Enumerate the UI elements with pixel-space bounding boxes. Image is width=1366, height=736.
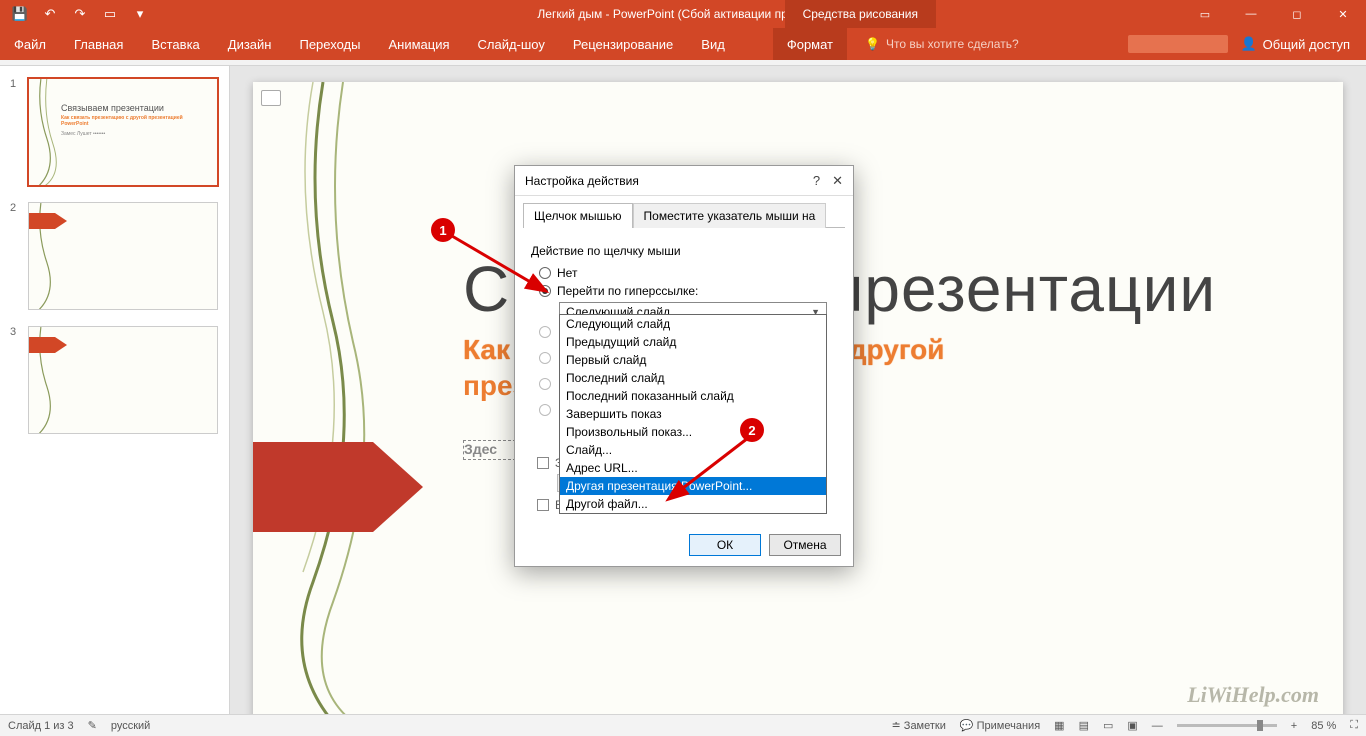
radio-hyperlink-label: Перейти по гиперссылке: bbox=[557, 284, 698, 298]
dropdown-item[interactable]: Следующий слайд bbox=[560, 315, 826, 333]
slide-thumbnail-2[interactable] bbox=[28, 202, 218, 310]
title-bar: 💾 ↶ ↷ ▭ ▾ Легкий дым - PowerPoint (Сбой … bbox=[0, 0, 1366, 28]
slideshow-view-icon[interactable]: ▣ bbox=[1127, 719, 1137, 732]
ribbon-options-icon[interactable]: ▭ bbox=[1182, 0, 1228, 28]
lightbulb-icon: 💡 bbox=[865, 37, 880, 51]
annotation-bubble-1: 1 bbox=[431, 218, 455, 242]
tab-format[interactable]: Формат bbox=[773, 28, 847, 60]
slide-thumbnail-3[interactable] bbox=[28, 326, 218, 434]
ribbon-tabs: Файл Главная Вставка Дизайн Переходы Ани… bbox=[0, 28, 1366, 60]
dropdown-item[interactable]: Последний показанный слайд bbox=[560, 387, 826, 405]
decorative-vine bbox=[273, 82, 393, 722]
tell-me-placeholder: Что вы хотите сделать? bbox=[886, 37, 1019, 51]
action-group-label: Действие по щелчку мыши bbox=[531, 244, 837, 258]
share-button[interactable]: Общий доступ bbox=[1263, 37, 1350, 52]
radio-disabled-5[interactable] bbox=[539, 404, 551, 416]
thumb-title: Связываем презентации bbox=[61, 103, 164, 113]
zoom-in-icon[interactable]: + bbox=[1291, 720, 1297, 732]
save-icon[interactable]: 💾 bbox=[8, 2, 32, 26]
dialog-title-text: Настройка действия bbox=[525, 174, 639, 188]
zoom-slider[interactable] bbox=[1177, 724, 1277, 727]
annotation-bubble-2: 2 bbox=[740, 418, 764, 442]
reading-view-icon[interactable]: ▭ bbox=[1103, 719, 1113, 732]
undo-icon[interactable]: ↶ bbox=[38, 2, 62, 26]
customize-qat-icon[interactable]: ▾ bbox=[128, 2, 152, 26]
dialog-close-icon[interactable]: ✕ bbox=[832, 173, 843, 189]
dropdown-item[interactable]: Последний слайд bbox=[560, 369, 826, 387]
share-person-icon: 👤 bbox=[1240, 36, 1256, 52]
comments-button[interactable]: 💬 Примечания bbox=[960, 719, 1040, 732]
dialog-tab-mouse-click[interactable]: Щелчок мышью bbox=[523, 203, 633, 228]
status-bar: Слайд 1 из 3 ✎ русский ≐ Заметки 💬 Приме… bbox=[0, 714, 1366, 736]
ok-button[interactable]: ОК bbox=[689, 534, 761, 556]
arrow-shape[interactable] bbox=[253, 442, 423, 532]
dropdown-item[interactable]: Завершить показ bbox=[560, 405, 826, 423]
sorter-view-icon[interactable]: ▤ bbox=[1079, 719, 1089, 732]
notes-button[interactable]: ≐ Заметки bbox=[892, 719, 946, 732]
tab-insert[interactable]: Вставка bbox=[137, 28, 213, 60]
tab-view[interactable]: Вид bbox=[687, 28, 739, 60]
slide-counter[interactable]: Слайд 1 из 3 bbox=[8, 720, 74, 732]
maximize-icon[interactable]: ◻ bbox=[1274, 0, 1320, 28]
tab-transitions[interactable]: Переходы bbox=[285, 28, 374, 60]
thumb-number: 3 bbox=[10, 326, 20, 434]
tab-review[interactable]: Рецензирование bbox=[559, 28, 687, 60]
annotation-arrow-2 bbox=[660, 432, 760, 512]
dropdown-item[interactable]: Предыдущий слайд bbox=[560, 333, 826, 351]
thumb-number: 2 bbox=[10, 202, 20, 310]
radio-run-program[interactable] bbox=[539, 326, 551, 338]
watermark: LiWiHelp.com bbox=[1187, 682, 1319, 708]
radio-none-label: Нет bbox=[557, 266, 577, 280]
slide-thumbnails-panel[interactable]: 1 Связываем презентации Как связать през… bbox=[0, 66, 230, 720]
dialog-titlebar[interactable]: Настройка действия ? ✕ bbox=[515, 166, 853, 196]
zoom-out-icon[interactable]: — bbox=[1152, 720, 1163, 732]
dialog-help-icon[interactable]: ? bbox=[813, 173, 820, 189]
tab-file[interactable]: Файл bbox=[0, 28, 60, 60]
thumb-author: Замес Лушет ••••••• bbox=[61, 131, 105, 137]
close-icon[interactable]: ✕ bbox=[1320, 0, 1366, 28]
dropdown-item[interactable]: Первый слайд bbox=[560, 351, 826, 369]
normal-view-icon[interactable]: ▦ bbox=[1054, 719, 1064, 732]
dialog-tab-mouse-over[interactable]: Поместите указатель мыши на bbox=[633, 203, 827, 228]
fit-to-window-icon[interactable]: ⛶ bbox=[1350, 719, 1358, 732]
zoom-level[interactable]: 85 % bbox=[1311, 720, 1336, 732]
start-from-beginning-icon[interactable]: ▭ bbox=[98, 2, 122, 26]
tab-animations[interactable]: Анимация bbox=[374, 28, 463, 60]
language-indicator[interactable]: русский bbox=[111, 720, 150, 732]
tab-home[interactable]: Главная bbox=[60, 28, 137, 60]
spellcheck-icon[interactable]: ✎ bbox=[88, 719, 97, 732]
cancel-button[interactable]: Отмена bbox=[769, 534, 841, 556]
radio-object-action[interactable] bbox=[539, 378, 551, 390]
tab-slideshow[interactable]: Слайд-шоу bbox=[464, 28, 559, 60]
radio-run-macro[interactable] bbox=[539, 352, 551, 364]
redo-icon[interactable]: ↷ bbox=[68, 2, 92, 26]
annotation-arrow-1 bbox=[448, 232, 558, 302]
tell-me-search[interactable]: 💡 Что вы хотите сделать? bbox=[865, 28, 1019, 60]
user-badge[interactable] bbox=[1128, 35, 1228, 53]
checkbox-highlight[interactable] bbox=[537, 499, 549, 511]
slide-thumbnail-1[interactable]: Связываем презентации Как связать презен… bbox=[28, 78, 218, 186]
tab-design[interactable]: Дизайн bbox=[214, 28, 286, 60]
contextual-tab-label: Средства рисования bbox=[785, 0, 936, 28]
thumb-subtitle: Как связать презентацию с другой презент… bbox=[61, 115, 201, 127]
checkbox-play-sound[interactable] bbox=[537, 457, 549, 469]
thumb-number: 1 bbox=[10, 78, 20, 186]
minimize-icon[interactable]: — bbox=[1228, 0, 1274, 28]
